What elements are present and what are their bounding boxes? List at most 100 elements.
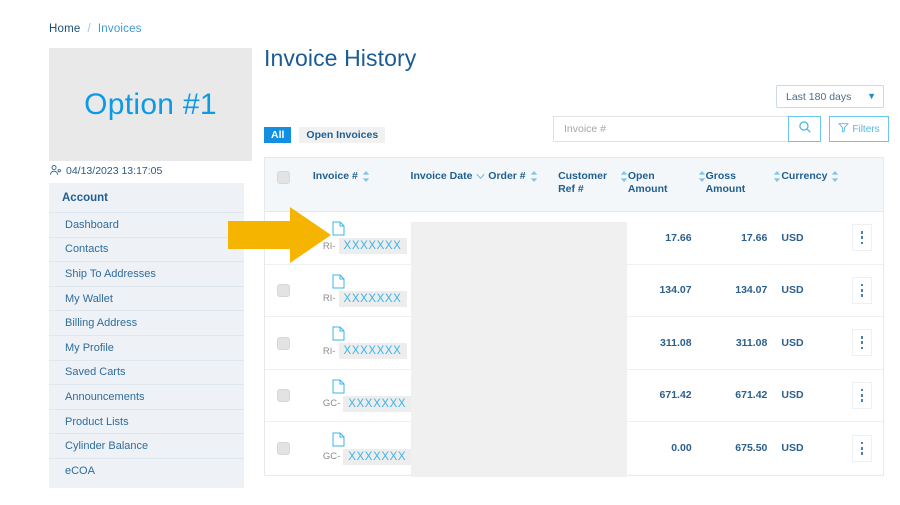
pdf-icon[interactable]	[332, 221, 345, 236]
column-label: Currency	[781, 170, 828, 182]
open-amount-cell: 311.08	[660, 336, 692, 349]
column-header-currency[interactable]: Currency	[781, 170, 841, 186]
row-checkbox[interactable]	[277, 336, 291, 350]
row-actions-cell	[841, 224, 883, 252]
filters-label: Filters	[852, 123, 880, 135]
pdf-icon[interactable]	[332, 432, 345, 447]
invoice-number-link[interactable]: XXXXXXX	[338, 290, 408, 307]
invoice-number-link[interactable]: XXXXXXX	[343, 448, 413, 465]
invoice-number-link[interactable]: XXXXXXX	[343, 395, 413, 412]
sidebar-item-label: Ship To Addresses	[65, 267, 156, 280]
invoice-cell: RI- XXXXXXX	[303, 221, 411, 255]
breadcrumb-separator: /	[87, 23, 91, 35]
invoice-prefix: RI-	[322, 345, 336, 357]
currency-cell: USD	[781, 231, 804, 244]
column-label: Invoice #	[312, 170, 358, 182]
row-more-menu-icon[interactable]	[852, 276, 873, 304]
currency-cell: USD	[781, 389, 804, 402]
search-input[interactable]	[553, 116, 788, 142]
filter-icon	[838, 122, 850, 136]
invoice-tabs: All Open Invoices	[264, 127, 386, 143]
filters-button[interactable]: Filters	[829, 116, 889, 142]
sidebar-item-announcements[interactable]: Announcements	[49, 384, 244, 409]
breadcrumb-invoices[interactable]: Invoices	[98, 23, 142, 35]
sidebar-item-label: Announcements	[65, 390, 145, 403]
currency-cell: USD	[781, 442, 804, 455]
sidebar-item-saved-carts[interactable]: Saved Carts	[49, 359, 244, 385]
search-button[interactable]	[788, 116, 821, 142]
pdf-icon[interactable]	[332, 379, 345, 394]
sidebar-item-ship-to-addresses[interactable]: Ship To Addresses	[49, 261, 244, 286]
table-row[interactable]: RI- XXXXXXX 134.07 134.07 USD	[265, 265, 883, 317]
invoice-number-link[interactable]: XXXXXXX	[338, 238, 408, 255]
date-range-value: Last 180 days	[786, 90, 852, 103]
row-checkbox[interactable]	[277, 284, 291, 298]
row-checkbox[interactable]	[277, 231, 291, 245]
open-amount-cell: 17.66	[665, 231, 692, 244]
row-select-cell	[265, 336, 303, 350]
sidebar-item-contacts[interactable]: Contacts	[49, 236, 244, 262]
pdf-icon[interactable]	[332, 326, 345, 341]
sort-both-icon	[620, 171, 628, 186]
sort-both-icon	[698, 171, 706, 186]
column-header-order-number[interactable]: Order #	[488, 170, 558, 186]
row-actions-cell	[841, 276, 883, 304]
row-more-menu-icon[interactable]	[852, 434, 873, 462]
invoice-number-link[interactable]: XXXXXXX	[338, 343, 408, 360]
sidebar-item-cylinder-balance[interactable]: Cylinder Balance	[49, 433, 244, 458]
sidebar-item-label: Saved Carts	[65, 366, 126, 379]
open-amount-cell: 0.00	[671, 442, 692, 455]
sidebar-item-ecoa[interactable]: eCOA	[49, 457, 244, 483]
sidebar-item-my-profile[interactable]: My Profile	[49, 334, 244, 360]
column-header-customer-ref[interactable]: Customer Ref #	[558, 170, 628, 196]
row-more-menu-icon[interactable]	[852, 329, 873, 357]
currency-cell: USD	[781, 336, 804, 349]
option-callout-label: Option #1	[84, 87, 217, 121]
column-label: Invoice Date	[410, 170, 473, 182]
tab-label: All	[271, 129, 285, 141]
invoice-cell: GC- XXXXXXX	[303, 379, 413, 412]
sort-both-icon	[530, 171, 538, 186]
row-checkbox[interactable]	[277, 389, 291, 403]
sidebar-item-label: Product Lists	[65, 415, 129, 428]
gross-amount-cell: 675.50	[735, 442, 768, 455]
sidebar-item-my-wallet[interactable]: My Wallet	[49, 285, 244, 311]
invoice-cell: RI- XXXXXXX	[303, 326, 411, 360]
pdf-icon[interactable]	[332, 274, 345, 289]
sort-both-icon	[362, 171, 370, 186]
sidebar-item-label: Dashboard	[65, 218, 119, 231]
chevron-down-icon: ▼	[867, 91, 876, 101]
invoice-cell: GC- XXXXXXX	[303, 432, 413, 465]
sidebar-heading: Account	[62, 192, 108, 204]
gross-amount-cell: 17.66	[741, 231, 768, 244]
timestamp-text: 04/13/2023 13:17:05	[66, 164, 163, 177]
column-header-gross-amount[interactable]: Gross Amount	[706, 170, 782, 196]
sidebar-item-dashboard[interactable]: Dashboard	[49, 212, 244, 237]
table-row[interactable]: GC- XXXXXXX 0.00 675.50 USD	[265, 422, 883, 475]
breadcrumb-home[interactable]: Home	[49, 23, 80, 35]
row-actions-cell	[841, 329, 883, 357]
tab-all[interactable]: All	[264, 127, 292, 143]
table-row[interactable]: GC- XXXXXXX 671.42 671.42 USD	[265, 370, 883, 422]
sidebar-item-label: My Profile	[65, 341, 114, 354]
select-all-checkbox[interactable]	[277, 171, 291, 184]
sidebar-item-label: Billing Address	[65, 317, 138, 330]
gross-amount-cell: 671.42	[735, 389, 768, 402]
date-range-select[interactable]: Last 180 days ▼	[776, 85, 884, 108]
table-header-row: Invoice # Invoice Date Order # Customer …	[265, 158, 883, 212]
column-header-open-amount[interactable]: Open Amount	[628, 170, 706, 196]
row-more-menu-icon[interactable]	[852, 224, 873, 252]
column-header-invoice-date[interactable]: Invoice Date	[411, 170, 489, 184]
sidebar-item-billing-address[interactable]: Billing Address	[49, 310, 244, 335]
sort-both-icon	[831, 171, 839, 186]
sidebar-item-product-lists[interactable]: Product Lists	[49, 408, 244, 434]
tab-open-invoices[interactable]: Open Invoices	[299, 127, 386, 143]
invoice-table: Invoice # Invoice Date Order # Customer …	[264, 157, 884, 476]
table-row[interactable]: RI- XXXXXXX 17.66 17.66 USD	[265, 212, 883, 265]
row-more-menu-icon[interactable]	[852, 381, 873, 409]
row-checkbox[interactable]	[277, 442, 291, 456]
column-header-invoice-number[interactable]: Invoice #	[303, 170, 411, 186]
row-select-cell	[265, 231, 303, 245]
table-row[interactable]: RI- XXXXXXX 311.08 311.08 USD	[265, 317, 883, 370]
column-label: Open Amount	[627, 170, 668, 195]
